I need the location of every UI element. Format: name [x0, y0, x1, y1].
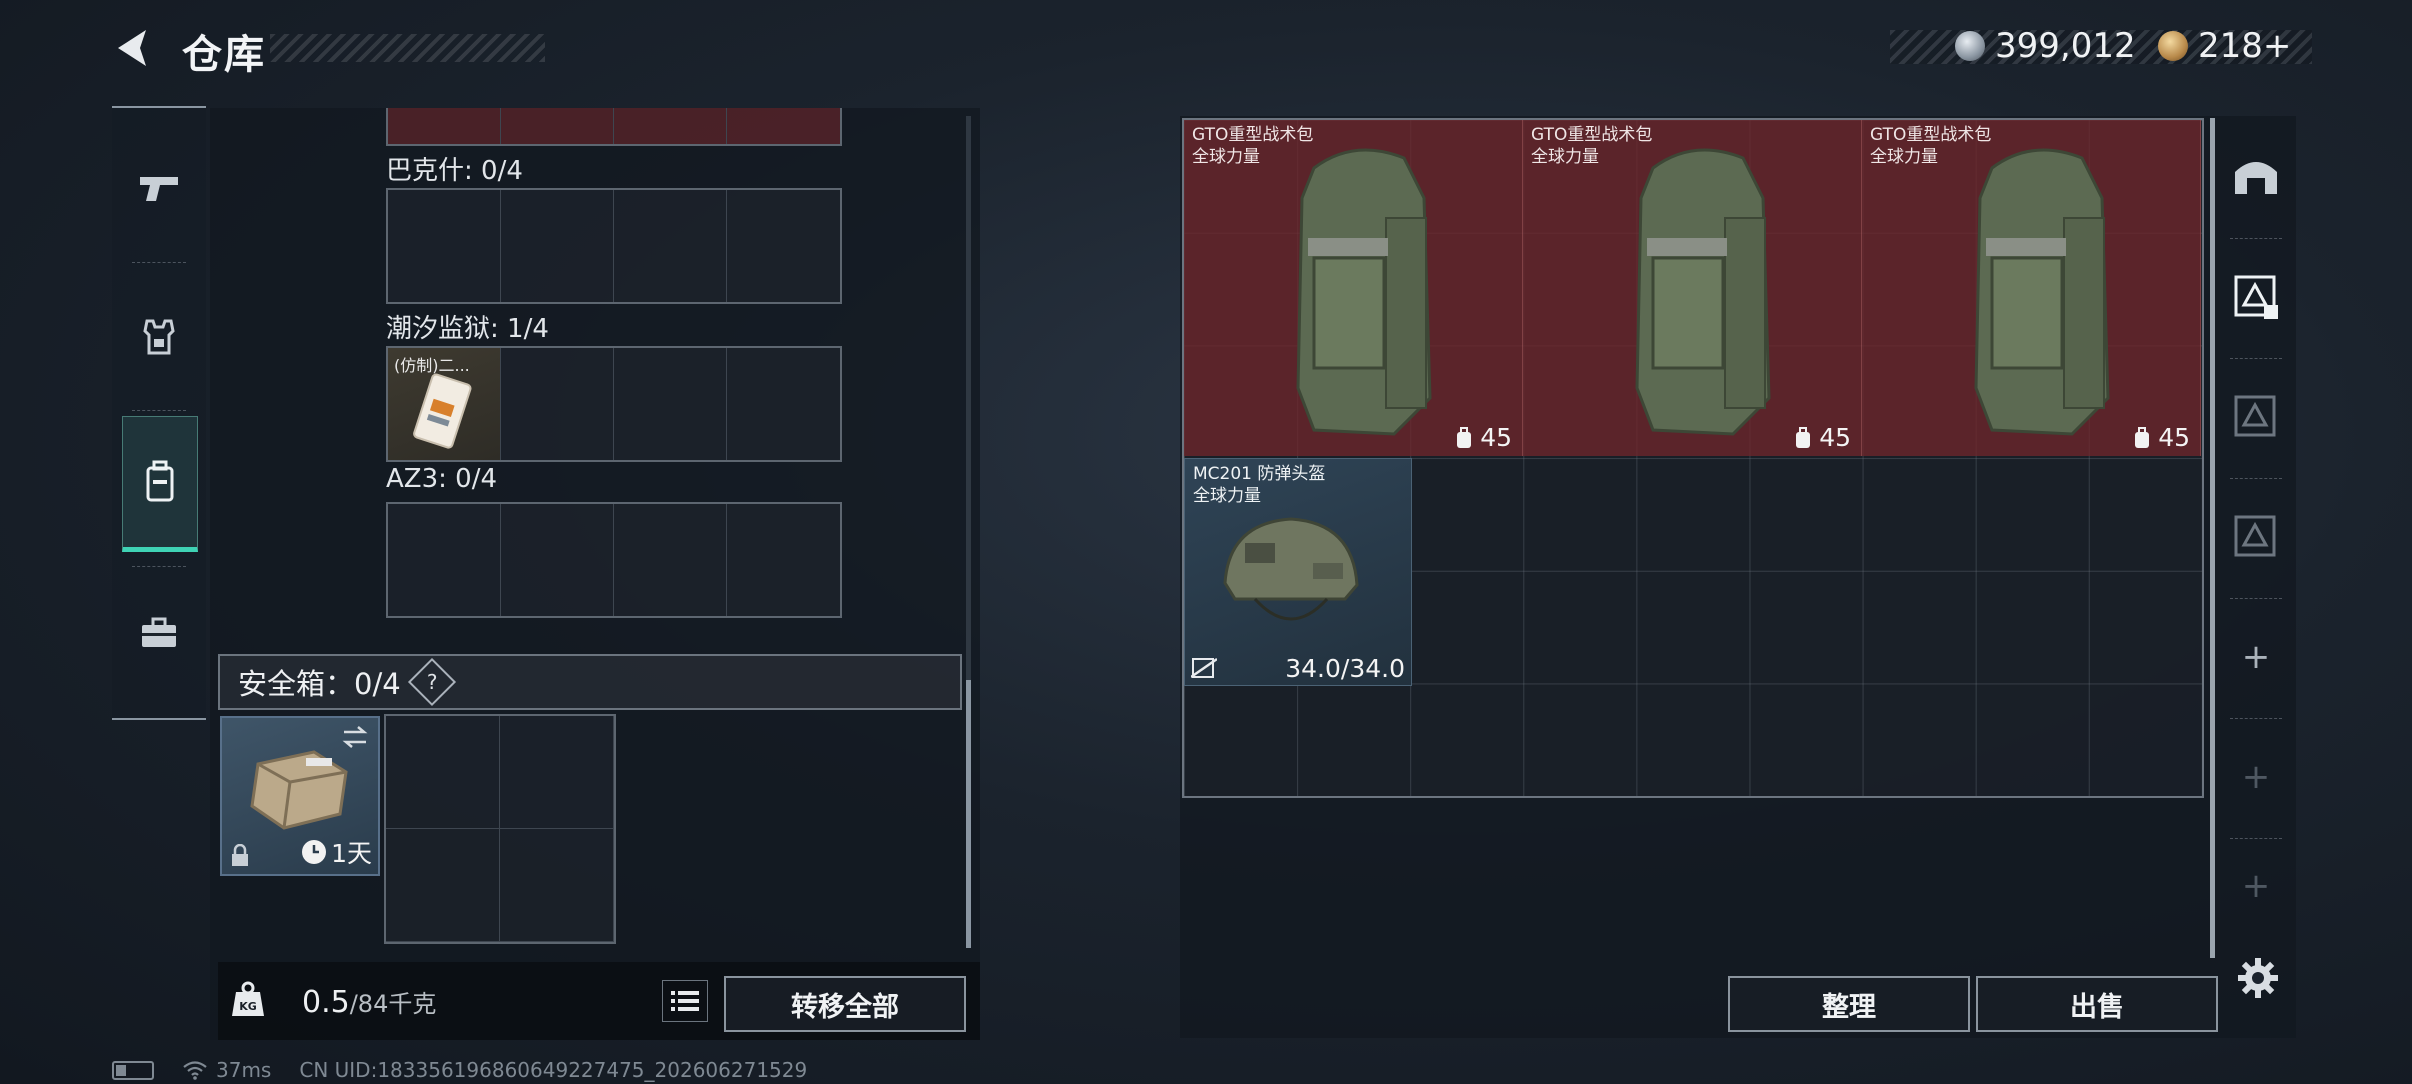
stash-tab-3-icon	[2234, 515, 2276, 557]
stash-item-backpack[interactable]: GTO重型战术包 全球力量 45	[1184, 120, 1523, 456]
backpack-icon	[146, 460, 174, 502]
locked-stash-tab: +	[2216, 718, 2296, 836]
stash-item-helmet[interactable]: MC201 防弹头盔 全球力量 34.0/34.0	[1184, 458, 1412, 686]
locked-stash-tab: +	[2216, 838, 2296, 934]
stash-item-backpack[interactable]: GTO重型战术包 全球力量 45	[1523, 120, 1862, 456]
ping-value: 37ms	[216, 1058, 272, 1082]
inventory-scroll-thumb[interactable]	[966, 680, 971, 948]
backpack-item-icon	[1974, 148, 2110, 436]
weight-kg-icon: KG	[232, 981, 264, 1016]
item-capacity: 45	[1793, 423, 1851, 452]
stash-tab-nav: + + +	[2216, 116, 2296, 958]
capacity-bag-icon	[1457, 426, 1472, 448]
nav-item-backpack[interactable]	[122, 416, 198, 552]
slot-grid-tidal-prison[interactable]: (仿制)二...	[386, 346, 842, 462]
safebox-case-icon	[250, 750, 348, 830]
section-label-bakshi: 巴克什: 0/4	[386, 156, 523, 186]
capacity-bag-icon	[1796, 426, 1811, 448]
nav-divider	[132, 410, 186, 412]
status-line: 37ms CN UID:18335619686064922747​5_20260…	[112, 1058, 807, 1082]
gold-coin-icon	[2158, 31, 2188, 61]
toolbox-icon	[142, 617, 176, 647]
section-label-tidal-prison: 潮汐监狱: 1/4	[386, 314, 549, 344]
clock-icon	[302, 840, 327, 864]
stash-tab-2[interactable]	[2216, 358, 2296, 476]
nav-item-armor[interactable]	[122, 272, 196, 402]
list-icon	[671, 991, 699, 1011]
stash-tab-2-icon	[2234, 395, 2276, 437]
stash-tab-home[interactable]	[2216, 116, 2296, 234]
nav-divider	[132, 262, 186, 264]
transfer-all-button[interactable]: 转移全部	[724, 976, 966, 1032]
uid-text: CN UID:18335619686064922747​5_2026062715…	[299, 1058, 808, 1082]
list-view-button[interactable]	[662, 980, 708, 1022]
item-durability: 34.0/34.0	[1285, 654, 1405, 683]
slot-grid-az3[interactable]	[386, 502, 842, 618]
keycard-item[interactable]: (仿制)二...	[388, 348, 501, 460]
title-decoration	[270, 34, 545, 62]
settings-gear-icon[interactable]	[2236, 956, 2280, 1000]
silver-coin-icon	[1955, 31, 1985, 61]
page-title: 仓库	[182, 32, 266, 78]
currency-gold-value: 218+	[2198, 26, 2292, 66]
nav-item-pistol[interactable]	[122, 124, 196, 254]
network-status: 37ms	[182, 1058, 271, 1082]
no-insure-icon	[1191, 657, 1217, 679]
item-capacity: 45	[2132, 423, 2190, 452]
pistol-icon	[140, 177, 178, 201]
nav-item-toolbox[interactable]	[122, 568, 196, 698]
slot-grid-bakshi[interactable]	[386, 188, 842, 304]
sell-button[interactable]: 出售	[1976, 976, 2218, 1032]
stash-tab-3[interactable]	[2216, 478, 2296, 596]
currency-silver[interactable]: 399,012	[1955, 26, 2136, 66]
stash-scrollbar[interactable]	[2210, 118, 2215, 958]
stash-home-icon	[2235, 162, 2277, 194]
wifi-icon	[183, 1061, 207, 1080]
backpack-item-icon	[1296, 148, 1432, 436]
safebox-header: 安全箱：0/4 ?	[218, 654, 962, 710]
sort-button[interactable]: 整理	[1728, 976, 1970, 1032]
plus-icon: +	[2241, 757, 2271, 797]
battery-icon	[112, 1060, 154, 1080]
add-stash-tab-button[interactable]: +	[2216, 598, 2296, 716]
helmet-item-icon	[1223, 517, 1359, 621]
armor-vest-icon	[143, 319, 175, 355]
stash-tab-1[interactable]	[2216, 238, 2296, 356]
section-label-az3: AZ3: 0/4	[386, 464, 498, 494]
back-arrow-icon[interactable]	[112, 26, 156, 70]
stash-tab-1-icon	[2234, 275, 2278, 319]
currency-gold[interactable]: 218+	[2158, 26, 2291, 66]
help-icon[interactable]: ?	[407, 657, 456, 707]
keycard-icon	[413, 373, 472, 449]
backpack-item-icon	[1635, 148, 1771, 436]
safebox-slot-grid[interactable]	[384, 714, 616, 944]
safebox-label: 安全箱：0/4	[238, 667, 401, 701]
svg-text:KG: KG	[239, 1000, 257, 1013]
item-capacity: 45	[1454, 423, 1512, 452]
weight-current: 0.5	[302, 985, 350, 1020]
weight-value: 0.5/84千克	[302, 984, 436, 1020]
safebox-item[interactable]: 1天	[220, 716, 380, 876]
lock-icon	[232, 844, 248, 866]
swap-icon[interactable]	[340, 726, 370, 748]
plus-icon: +	[2241, 637, 2271, 677]
partial-slot-row	[386, 108, 842, 146]
weight-max: /84千克	[349, 990, 437, 1018]
capacity-bag-icon	[2135, 426, 2150, 448]
plus-icon: +	[2241, 866, 2271, 906]
item-name: MC201 防弹头盔 全球力量	[1193, 464, 1326, 506]
currency-silver-value: 399,012	[1995, 26, 2136, 66]
stash-item-backpack[interactable]: GTO重型战术包 全球力量 45	[1862, 120, 2201, 456]
left-category-nav	[112, 106, 206, 720]
safebox-timer: 1天	[301, 834, 372, 870]
